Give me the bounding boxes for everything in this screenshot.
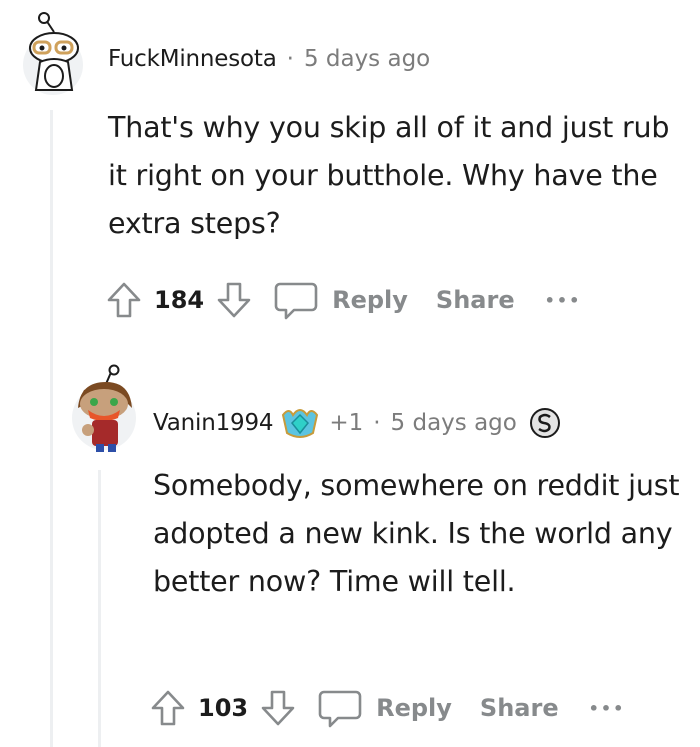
separator-dot: · (373, 410, 381, 436)
reply-button[interactable]: Reply (274, 280, 408, 320)
timestamp[interactable]: 5 days ago (304, 46, 430, 72)
downvote-arrow-icon[interactable] (216, 280, 252, 320)
share-button[interactable]: Share (436, 286, 515, 314)
reply-label: Reply (332, 286, 408, 314)
timestamp[interactable]: 5 days ago (391, 410, 517, 436)
thread-line-comment-2[interactable] (98, 470, 101, 747)
comment-actions: 103 Reply Share ••• (150, 688, 625, 728)
avatar[interactable] (20, 10, 84, 100)
vote-count: 103 (198, 694, 249, 722)
username[interactable]: Vanin1994 (153, 410, 274, 436)
edited-badge-icon (529, 408, 560, 438)
more-options-button[interactable]: ••• (545, 291, 582, 310)
separator-dot: · (286, 46, 294, 72)
award-count[interactable]: +1 (329, 410, 363, 436)
comment-body: That's why you skip all of it and just r… (108, 111, 670, 240)
vote-count: 184 (154, 286, 205, 314)
comment-body: Somebody, somewhere on reddit just adopt… (153, 469, 680, 598)
thread-line-comment-1[interactable] (50, 110, 53, 747)
upvote-arrow-icon[interactable] (106, 280, 142, 320)
comment-meta: FuckMinnesota · 5 days ago (108, 46, 430, 72)
share-button[interactable]: Share (480, 694, 559, 722)
avatar[interactable] (68, 364, 140, 454)
snoo-avatar-icon (23, 12, 83, 95)
upvote-arrow-icon[interactable] (150, 688, 186, 728)
downvote-arrow-icon[interactable] (260, 688, 296, 728)
more-options-button[interactable]: ••• (589, 699, 626, 718)
snoo-avatar-icon (72, 364, 136, 452)
username[interactable]: FuckMinnesota (108, 46, 277, 72)
comment-meta: Vanin1994 +1 · 5 days ago (153, 405, 563, 441)
reply-button[interactable]: Reply (318, 688, 452, 728)
comment-actions: 184 Reply Share ••• (106, 280, 581, 320)
chat-bubble-icon (318, 690, 362, 728)
chat-bubble-icon (274, 282, 318, 320)
award-icon[interactable] (279, 405, 321, 441)
reply-label: Reply (376, 694, 452, 722)
